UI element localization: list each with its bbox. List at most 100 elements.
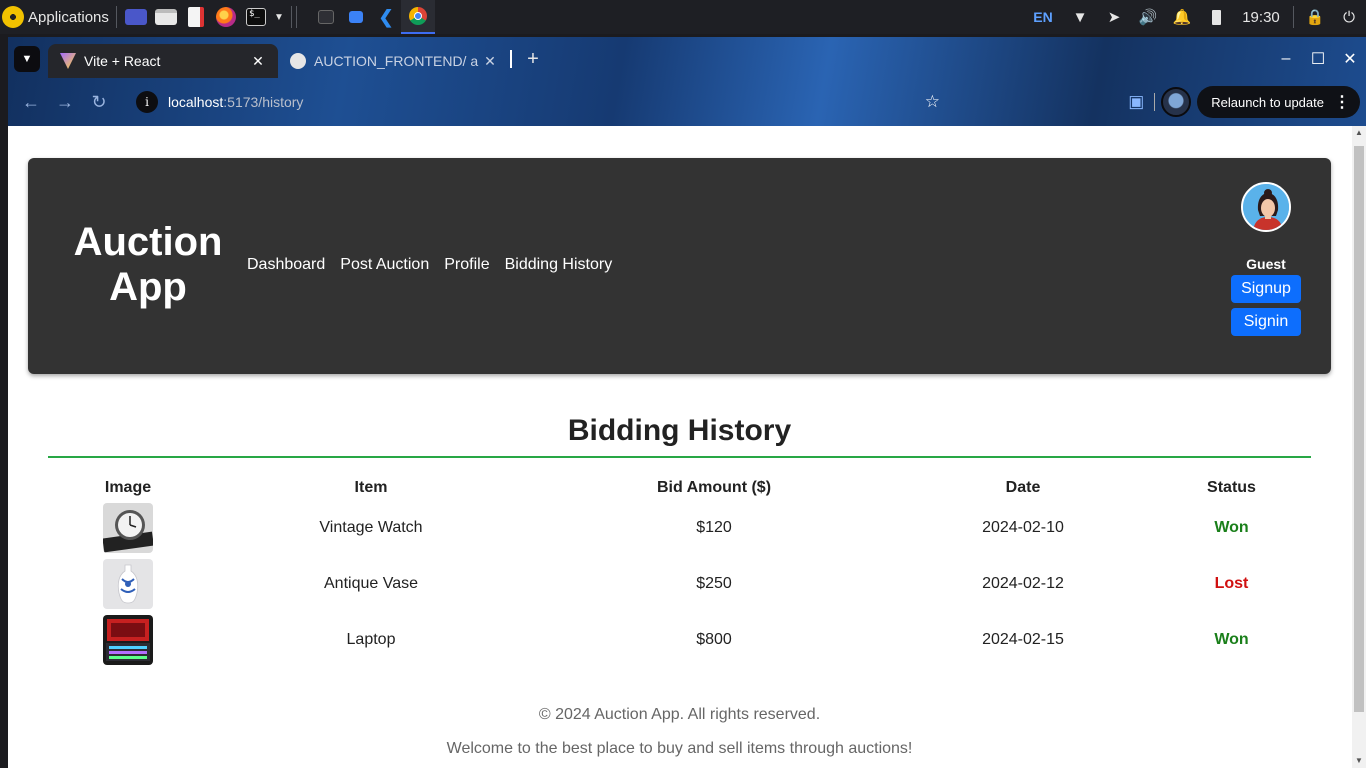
signup-button[interactable]: Signup [1231,275,1301,303]
minimize-icon[interactable]: – [1270,50,1302,68]
nav-post-auction[interactable]: Post Auction [340,256,429,274]
tab-search-button[interactable]: ▼ [14,46,40,72]
firefox-icon[interactable] [211,0,241,34]
site-header: Auction App Dashboard Post Auction Profi… [28,158,1331,374]
table-row: Laptop $800 2024-02-15 Won [48,612,1311,668]
keyboard-layout-indicator[interactable]: EN [1023,0,1063,34]
reload-icon[interactable]: ↻ [82,92,116,113]
date-cell: 2024-02-10 [982,519,1064,536]
terminal-icon[interactable]: $_ [241,0,271,34]
applications-label: Applications [28,8,109,26]
close-window-icon[interactable]: ✕ [1334,49,1366,69]
close-tab-icon[interactable]: ✕ [482,53,498,70]
volume-icon[interactable]: 🔊 [1131,0,1165,34]
signin-button[interactable]: Signin [1231,308,1301,336]
guest-label: Guest [1246,256,1286,272]
applications-menu-button[interactable]: Applications [0,0,112,34]
table-row: Vintage Watch $120 2024-02-10 Won [48,500,1311,556]
url-path: :5173/history [223,94,304,110]
avatar-person-icon [1243,184,1289,230]
file-manager-icon[interactable] [151,0,181,34]
scroll-up-icon[interactable]: ▲ [1352,126,1366,140]
column-header-date: Date [1005,479,1041,496]
relaunch-label: Relaunch to update [1211,94,1324,110]
tab-github[interactable]: AUCTION_FRONTEND/ a ✕ [278,44,510,78]
new-tab-button[interactable]: + [520,48,546,71]
notification-bell-icon[interactable]: 🔔 [1165,0,1199,34]
taskbar-separator [291,6,292,28]
bookmark-star-icon[interactable]: ☆ [925,92,940,112]
watch-image [103,503,153,553]
browser-chrome: ▼ Vite + React ✕ AUCTION_FRONTEND/ a ✕ +… [8,37,1366,126]
column-header-bid-amount: Bid Amount ($) [656,479,772,496]
nav-dashboard[interactable]: Dashboard [247,256,325,274]
power-icon[interactable]: ⏻ [1332,0,1366,34]
chrome-taskbar-icon[interactable] [401,0,435,34]
item-cell: Vintage Watch [319,519,423,536]
wifi-icon[interactable]: ▼ [1063,0,1097,34]
taskbar-separator [1293,6,1294,28]
desktop-icon[interactable] [121,0,151,34]
brand-line-2: App [109,265,187,309]
extensions-puzzle-icon[interactable]: ▣ [1118,92,1154,112]
site-info-icon[interactable]: i [136,91,158,113]
scrollbar-thumb[interactable] [1354,146,1364,712]
terminal-window-icon[interactable] [311,0,341,34]
maximize-icon[interactable]: ☐ [1302,49,1334,69]
calendar-icon[interactable] [341,0,371,34]
text-editor-icon[interactable] [181,0,211,34]
date-cell: 2024-02-12 [982,575,1064,592]
site-brand[interactable]: Auction App [66,220,230,310]
forward-arrow-icon[interactable]: → [48,92,82,113]
clock[interactable]: 19:30 [1233,0,1289,34]
bid-amount-cell: $120 [696,519,732,536]
page-scrollbar[interactable]: ▲ ▼ [1352,126,1366,768]
more-menu-icon[interactable]: ⋮ [1334,92,1350,112]
item-cell: Laptop [346,631,396,648]
address-bar[interactable]: i localhost:5173/history ☆ [132,85,940,119]
nav-bidding-history[interactable]: Bidding History [505,256,613,274]
tab-divider [510,50,512,68]
footer-tagline: Welcome to the best place to buy and sel… [446,740,913,757]
user-avatar[interactable] [1241,182,1291,232]
nav-profile[interactable]: Profile [444,256,489,274]
bidding-history-table: Image Item Bid Amount ($) Date Status Vi… [48,478,1311,668]
main-nav: Dashboard Post Auction Profile Bidding H… [247,256,612,274]
browser-toolbar: ← → ↻ i localhost:5173/history ☆ ▣ Relau… [8,79,1366,125]
taskbar-separator [116,6,117,28]
bid-amount-cell: $800 [696,631,732,648]
tab-strip: ▼ Vite + React ✕ AUCTION_FRONTEND/ a ✕ +… [8,41,1366,78]
system-tray: EN ▼ ➤ 🔊 🔔 19:30 🔒 ⏻ [1023,0,1366,34]
tab-vite-react[interactable]: Vite + React ✕ [48,44,278,78]
window-controls: – ☐ ✕ [1270,49,1366,69]
close-tab-icon[interactable]: ✕ [250,53,266,70]
browser-window: ▼ Vite + React ✕ AUCTION_FRONTEND/ a ✕ +… [8,37,1366,768]
table-row: Antique Vase $250 2024-02-12 Lost [48,556,1311,612]
radiation-logo-icon [2,6,24,28]
back-arrow-icon[interactable]: ← [14,92,48,113]
toolbar-divider [1154,93,1156,111]
column-header-image: Image [104,479,152,496]
status-badge: Won [1214,631,1249,648]
table-header-row: Image Item Bid Amount ($) Date Status [48,478,1311,498]
scroll-down-icon[interactable]: ▼ [1352,754,1366,768]
relaunch-button[interactable]: Relaunch to update ⋮ [1197,86,1360,118]
taskbar-separator [296,6,297,28]
vscode-icon[interactable]: ❮ [371,0,401,34]
vase-image [103,559,153,609]
battery-icon[interactable] [1199,0,1233,34]
tab-title: AUCTION_FRONTEND/ a [314,53,479,69]
image-cell [48,559,208,609]
title-divider [48,456,1311,458]
item-cell: Antique Vase [324,575,418,592]
lock-icon[interactable]: 🔒 [1298,0,1332,34]
user-box: Guest Signup Signin [1221,182,1311,336]
profile-avatar-icon[interactable] [1161,87,1192,117]
chevron-down-icon[interactable]: ▼ [271,0,287,34]
site-footer: © 2024 Auction App. All rights reserved.… [8,706,1351,768]
status-badge: Won [1214,519,1249,536]
column-header-item: Item [354,479,388,496]
url-host: localhost [168,94,224,110]
telegram-icon[interactable]: ➤ [1097,0,1131,34]
image-cell [48,615,208,665]
